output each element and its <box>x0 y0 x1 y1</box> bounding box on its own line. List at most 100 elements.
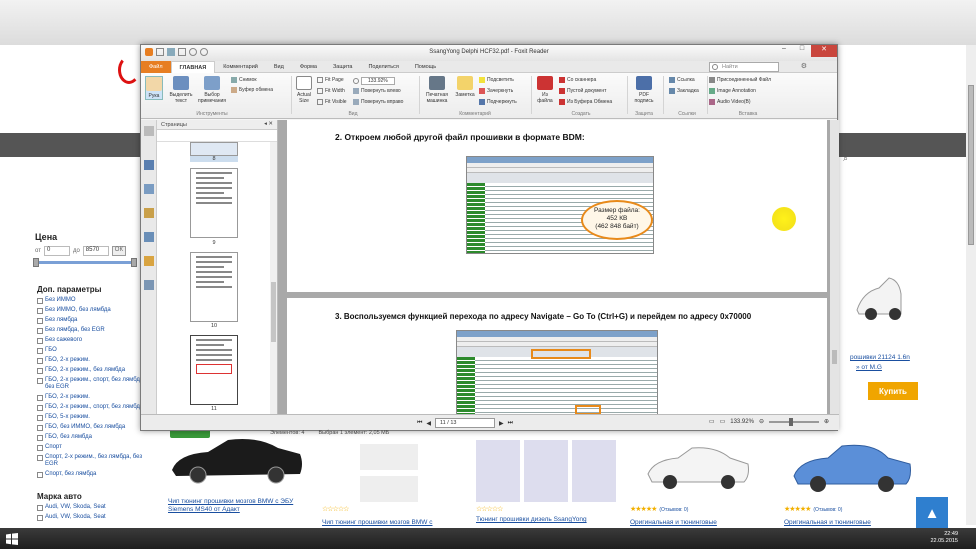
maximize-button[interactable]: □ <box>793 45 811 57</box>
brand-option[interactable]: Audi, VW, Skoda, Seat <box>37 504 147 511</box>
browser-scrollbar[interactable] <box>966 45 976 525</box>
param-option[interactable]: Без ИММО <box>37 297 147 304</box>
checkbox[interactable] <box>37 318 43 324</box>
panel-scrollbar[interactable] <box>270 142 277 416</box>
rotate-right-button[interactable]: Повернуть вправо <box>353 99 403 105</box>
checkbox[interactable] <box>37 455 43 461</box>
side-product-title[interactable]: рошивки 21124 1.6n <box>850 354 930 362</box>
param-option[interactable]: Спорт <box>37 444 147 451</box>
signature-icon[interactable] <box>144 280 154 290</box>
actual-size-button[interactable]: Actual Size <box>293 76 315 104</box>
param-option[interactable]: Без ИММО, без лямбда <box>37 307 147 314</box>
search-icon[interactable]: ⌕ <box>843 153 848 164</box>
param-option[interactable]: ГБО <box>37 347 147 354</box>
layers-icon[interactable] <box>144 184 154 194</box>
param-option[interactable]: ГБО, без ИММО, без лямбда <box>37 424 147 431</box>
checkbox[interactable] <box>37 445 43 451</box>
view-mode-icon[interactable]: ▭ <box>709 418 715 425</box>
attachments-icon[interactable] <box>144 232 154 242</box>
param-option[interactable]: ГБО, 2-х режим., спорт, без лямбда, без … <box>37 377 147 391</box>
checkbox[interactable] <box>37 298 43 304</box>
from-file-button[interactable]: Из файла <box>535 76 555 104</box>
side-product-sub[interactable]: » от М.G <box>856 364 936 372</box>
price-slider[interactable] <box>33 258 137 267</box>
product-image-bmw-collage[interactable] <box>360 444 418 504</box>
image-annotation-button[interactable]: Image Annotation <box>709 88 756 94</box>
checkbox[interactable] <box>37 425 43 431</box>
tab-home[interactable]: ГЛАВНАЯ <box>170 60 216 73</box>
rotate-left-button[interactable]: Повернуть влево <box>353 88 401 94</box>
pdf-sign-button[interactable]: PDF подпись <box>629 76 659 104</box>
tab-form[interactable]: Форма <box>292 64 325 70</box>
scroll-thumb[interactable] <box>968 85 974 245</box>
strikeout-button[interactable]: Зачеркнуть <box>479 88 513 94</box>
first-page-icon[interactable]: ⏮ <box>417 420 422 427</box>
comments-icon[interactable] <box>144 208 154 218</box>
page-thumbnail[interactable] <box>190 142 238 156</box>
checkbox[interactable] <box>37 472 43 478</box>
product-image-bmw[interactable] <box>168 430 306 490</box>
slider-handle-min[interactable] <box>33 258 39 267</box>
checkbox[interactable] <box>37 378 43 384</box>
from-scanner-button[interactable]: Со сканнера <box>559 77 596 83</box>
fit-width-button[interactable]: Fit Width <box>317 88 345 94</box>
product-title[interactable]: Оригинальная и тюнинговые <box>784 519 924 527</box>
zoom-slider[interactable] <box>768 417 819 426</box>
view-mode-icon[interactable]: ▭ <box>720 418 726 425</box>
fit-visible-button[interactable]: Fit Visible <box>317 99 347 105</box>
product-image-side[interactable] <box>855 270 903 332</box>
hand-small-icon[interactable] <box>144 126 154 136</box>
select-annotation-button[interactable]: Выбор примечания <box>197 76 227 104</box>
security-icon[interactable] <box>144 256 154 266</box>
price-ok-button[interactable]: ОК <box>111 246 126 256</box>
minimize-button[interactable]: – <box>775 45 793 57</box>
select-text-button[interactable]: Выделить текст <box>167 76 195 104</box>
clipboard-button[interactable]: Буфер обмена <box>231 87 273 93</box>
product-title[interactable]: Тюнинг прошивки дизель SsangYong <box>476 516 616 524</box>
tab-file[interactable]: Файл <box>141 60 171 73</box>
param-option[interactable]: Спорт, 2-х режим., без лямбда, без EGR <box>37 454 147 468</box>
tab-share[interactable]: Поделиться <box>360 64 406 70</box>
audio-video-button[interactable]: Audio Video(B) <box>709 99 751 105</box>
brand-option[interactable]: Audi, VW, Skoda, Seat <box>37 514 147 521</box>
checkbox[interactable] <box>37 328 43 334</box>
param-option[interactable]: Без лямбда <box>37 317 147 324</box>
document-scrollbar[interactable] <box>830 120 839 417</box>
param-option[interactable]: ГБО, 2-х режим., без лямбда <box>37 367 147 374</box>
typewriter-button[interactable]: Печатная машинка <box>423 76 451 104</box>
bookmark-button[interactable]: Закладка <box>669 88 699 94</box>
prev-page-icon[interactable]: ◀ <box>426 420 431 427</box>
checkbox[interactable] <box>37 405 43 411</box>
tab-comment[interactable]: Комментарий <box>215 64 266 70</box>
link-button[interactable]: Ссылка <box>669 77 695 83</box>
product-image-blue-car[interactable] <box>790 438 914 500</box>
fit-page-button[interactable]: Fit Page <box>317 77 344 83</box>
checkbox[interactable] <box>37 338 43 344</box>
from-clipboard-button[interactable]: Из Буфера Обмена <box>559 99 612 105</box>
param-option[interactable]: ГБО, 2-х режим., спорт, без лямбда <box>37 404 147 411</box>
product-image-ssangyong[interactable] <box>476 440 616 502</box>
windows-start-icon[interactable] <box>6 533 18 545</box>
page-number-input[interactable]: 11 / 13 <box>435 418 496 428</box>
page-thumbnail[interactable] <box>190 252 238 322</box>
slider-handle-max[interactable] <box>131 258 137 267</box>
param-option[interactable]: ГБО, без лямбда <box>37 434 147 441</box>
hand-tool-button[interactable]: Рука <box>145 76 163 100</box>
param-option[interactable]: Без сажевого <box>37 337 147 344</box>
close-button[interactable]: ✕ <box>811 45 837 57</box>
checkbox[interactable] <box>37 435 43 441</box>
checkbox[interactable] <box>37 348 43 354</box>
highlight-button[interactable]: Подсветить <box>479 77 514 83</box>
page-thumbnail[interactable] <box>190 168 238 238</box>
tab-help[interactable]: Помощь <box>407 64 444 70</box>
file-attachment-button[interactable]: Присоединенный Файл <box>709 77 771 83</box>
checkbox[interactable] <box>37 358 43 364</box>
checkbox[interactable] <box>37 415 43 421</box>
param-option[interactable]: ГБО, 2-х режим. <box>37 357 147 364</box>
pages-icon[interactable] <box>144 160 154 170</box>
panel-close-icon[interactable]: ◂ ✕ <box>264 121 273 127</box>
zoom-select[interactable]: 133.92% <box>353 77 395 85</box>
tab-view[interactable]: Вид <box>266 64 292 70</box>
site-logo[interactable] <box>118 56 140 84</box>
param-option[interactable]: Спорт, без лямбда <box>37 471 147 478</box>
